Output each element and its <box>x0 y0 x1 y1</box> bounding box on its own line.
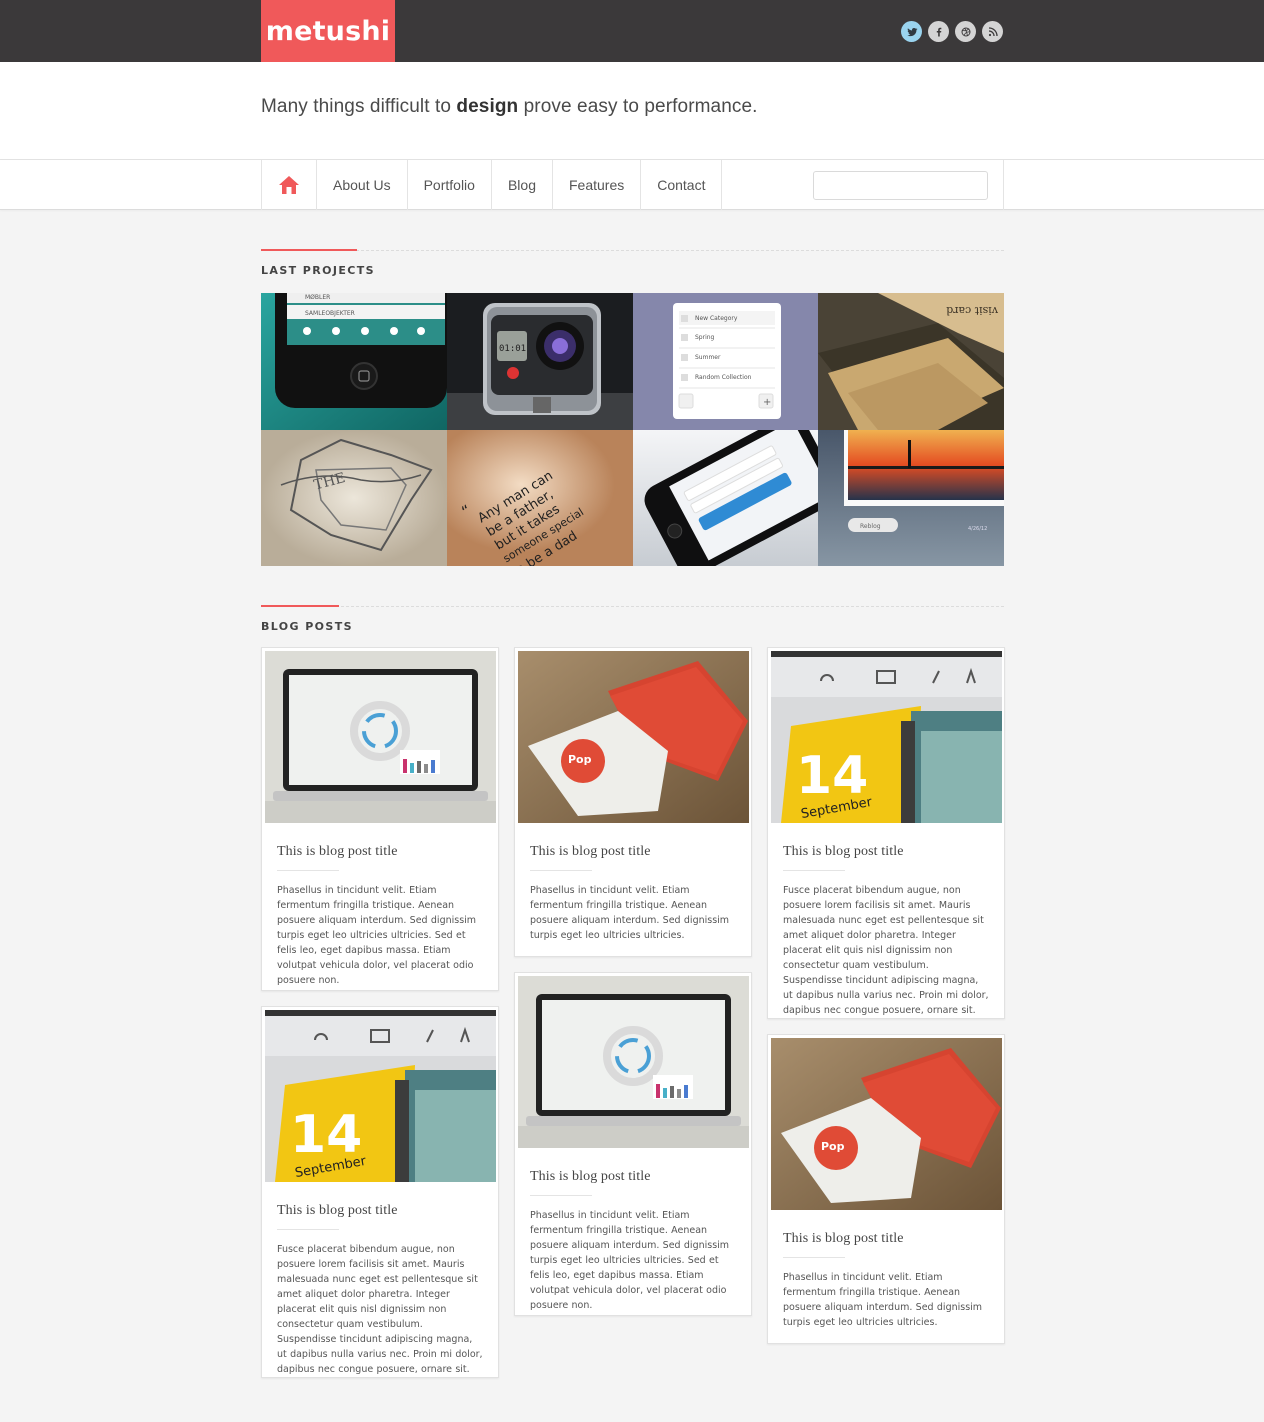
svg-text:MØBLER: MØBLER <box>305 294 330 301</box>
post-excerpt: Fusce placerat bibendum augue, non posue… <box>783 885 989 1016</box>
title-divider <box>277 1229 339 1230</box>
post-excerpt: Phasellus in tincidunt velit. Etiam ferm… <box>530 1210 730 1311</box>
post-title[interactable]: This is blog post title <box>277 844 495 860</box>
site-tagline: Many things difficult to design prove ea… <box>261 96 758 117</box>
blog-card[interactable]: This is blog post title Phasellus in tin… <box>261 647 499 991</box>
svg-text:01:01: 01:01 <box>499 344 526 354</box>
post-title[interactable]: This is blog post title <box>783 1231 1001 1247</box>
svg-text:Summer: Summer <box>695 354 721 361</box>
twitter-icon[interactable] <box>901 21 922 42</box>
svg-text:Pop: Pop <box>568 753 592 766</box>
title-divider <box>783 870 845 871</box>
post-title[interactable]: This is blog post title <box>277 1203 495 1219</box>
dribbble-icon[interactable] <box>955 21 976 42</box>
svg-text:New Category: New Category <box>695 315 738 322</box>
post-thumbnail: Pop <box>518 651 749 823</box>
blog-card[interactable]: This is blog post title Phasellus in tin… <box>514 972 752 1316</box>
blog-card[interactable]: 14 September This is blog post title Fus… <box>261 1006 499 1378</box>
projects-title: LAST PROJECTS <box>261 264 375 277</box>
nav-about-us[interactable]: About Us <box>317 160 408 210</box>
main-nav: About Us Portfolio Blog Features Contact <box>261 160 723 210</box>
svg-text:Spring: Spring <box>695 334 715 341</box>
tagline-band: Many things difficult to design prove ea… <box>0 62 1264 160</box>
social-links <box>901 21 1003 42</box>
project-tile-category-ui[interactable]: New Category Spring Summer Random Collec… <box>633 293 818 430</box>
post-thumbnail: 14 September <box>771 651 1002 823</box>
project-tile-iphone-login[interactable] <box>633 430 818 566</box>
heading-accent <box>261 249 357 251</box>
post-thumbnail <box>265 651 496 823</box>
title-divider <box>530 1195 592 1196</box>
projects-grid: SAMLEOBJEKTER MØBLER 01:01 New Category … <box>261 293 1004 566</box>
nav-features[interactable]: Features <box>553 160 642 210</box>
nav-divider <box>1003 160 1004 210</box>
post-thumbnail <box>518 976 749 1148</box>
heading-rule <box>261 250 1004 251</box>
svg-text:Reblog: Reblog <box>860 523 881 530</box>
blog-card[interactable]: Pop This is blog post title Phasellus in… <box>514 647 752 957</box>
project-tile-camera[interactable]: 01:01 <box>447 293 633 430</box>
project-tile-sunset-photo[interactable]: Reblog 4/26/12 <box>818 430 1004 566</box>
nav-contact[interactable]: Contact <box>641 160 723 210</box>
post-title[interactable]: This is blog post title <box>530 1169 748 1185</box>
nav-home[interactable] <box>262 160 317 210</box>
blog-card[interactable]: 14 September This is blog post title Fus… <box>767 647 1005 1019</box>
svg-text:4/26/12: 4/26/12 <box>968 526 987 532</box>
title-divider <box>530 870 592 871</box>
top-bar: metushi <box>0 0 1264 62</box>
post-excerpt: Phasellus in tincidunt velit. Etiam ferm… <box>530 885 730 941</box>
post-title[interactable]: This is blog post title <box>530 844 748 860</box>
heading-accent <box>261 605 339 607</box>
post-excerpt: Phasellus in tincidunt velit. Etiam ferm… <box>783 1272 983 1328</box>
post-thumbnail: 14 September <box>265 1010 496 1182</box>
heading-rule <box>261 606 1004 607</box>
title-divider <box>783 1257 845 1258</box>
project-tile-phone-app[interactable]: SAMLEOBJEKTER MØBLER <box>261 293 447 430</box>
facebook-icon[interactable] <box>928 21 949 42</box>
blog-card[interactable]: Pop This is blog post title Phasellus in… <box>767 1034 1005 1344</box>
post-title[interactable]: This is blog post title <box>783 844 1001 860</box>
site-logo[interactable]: metushi <box>261 0 395 62</box>
project-tile-quote-print[interactable]: “ Any man can be a father, but it takes … <box>447 430 633 566</box>
svg-text:+: + <box>763 397 771 408</box>
svg-text:Pop: Pop <box>821 1140 845 1153</box>
post-thumbnail: Pop <box>771 1038 1002 1210</box>
rss-icon[interactable] <box>982 21 1003 42</box>
blog-title: BLOG POSTS <box>261 620 353 633</box>
main-nav-bar: About Us Portfolio Blog Features Contact <box>0 160 1264 210</box>
nav-blog[interactable]: Blog <box>492 160 553 210</box>
svg-text:SAMLEOBJEKTER: SAMLEOBJEKTER <box>305 310 355 317</box>
project-tile-shield-sketch[interactable]: THE <box>261 430 447 566</box>
project-tile-business-cards[interactable]: visit card <box>818 293 1004 430</box>
home-icon <box>279 176 299 194</box>
post-excerpt: Fusce placerat bibendum augue, non posue… <box>277 1244 483 1375</box>
svg-text:visit card: visit card <box>946 304 999 317</box>
search-input[interactable] <box>813 171 988 200</box>
post-excerpt: Phasellus in tincidunt velit. Etiam ferm… <box>277 885 477 986</box>
svg-text:Random Collection: Random Collection <box>695 374 752 381</box>
title-divider <box>277 870 339 871</box>
nav-portfolio[interactable]: Portfolio <box>408 160 492 210</box>
